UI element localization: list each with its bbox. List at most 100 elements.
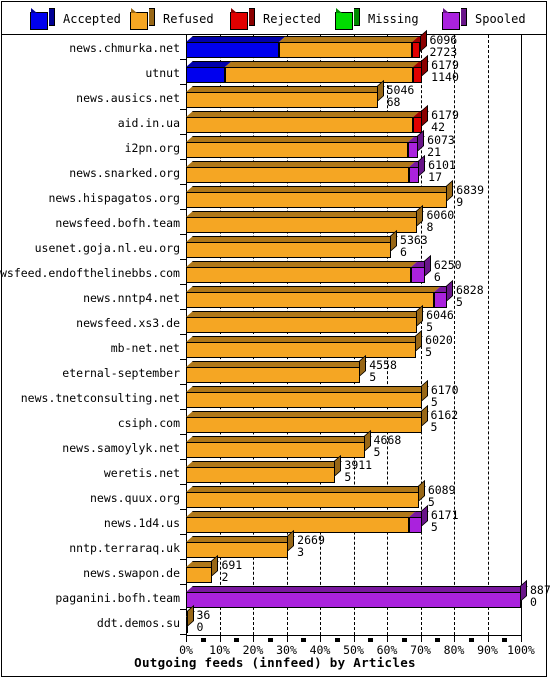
- bar-segment-refused[interactable]: [279, 42, 413, 58]
- legend-swatch-missing-icon: [335, 7, 361, 30]
- legend-item-spooled[interactable]: Spooled: [442, 2, 526, 35]
- x-tick: [487, 635, 489, 642]
- legend-item-accepted[interactable]: Accepted: [30, 2, 121, 35]
- bar-segment-refused[interactable]: [186, 392, 422, 408]
- x-tick-minor: [468, 638, 474, 642]
- bar-segment-refused[interactable]: [224, 67, 414, 83]
- bar-segment-accepted[interactable]: [186, 67, 225, 83]
- bar-segment-refused[interactable]: [186, 217, 418, 233]
- bar-row[interactable]: 3911 5: [0, 454, 550, 484]
- bar-segment-refused[interactable]: [186, 292, 434, 308]
- bar-row[interactable]: 6162 5: [0, 404, 550, 434]
- bar-segment-refused[interactable]: [186, 417, 422, 433]
- bar-segment-refused[interactable]: [186, 317, 418, 333]
- bar-row[interactable]: 6179 42: [0, 104, 550, 134]
- x-axis-ticks: 0% 10% 20% 30% 40% 50% 60% 70% 80% 90% 100%: [0, 635, 550, 657]
- x-tick-minor: [435, 638, 441, 642]
- bar-row[interactable]: 6020 5: [0, 329, 550, 359]
- bar-segment-refused[interactable]: [186, 367, 361, 383]
- bar-row[interactable]: 6179 1140: [0, 54, 550, 84]
- legend-item-refused[interactable]: Refused: [130, 2, 214, 35]
- bar-row[interactable]: 6171 5: [0, 504, 550, 534]
- bar-segment-refused[interactable]: [186, 467, 336, 483]
- bar-value-secondary: 2723: [429, 45, 458, 59]
- legend-label: Refused: [163, 11, 214, 26]
- bar-value-secondary: 5: [369, 370, 377, 384]
- bar-segment-refused[interactable]: [186, 117, 413, 133]
- bar-value-secondary: 2: [221, 570, 229, 584]
- legend-label: Missing: [368, 11, 419, 26]
- bar-end-cap-refused: [416, 204, 424, 227]
- bar-end-cap-refused: [390, 229, 398, 252]
- bar-value-secondary: 68: [386, 95, 401, 109]
- bar-segment-refused[interactable]: [186, 342, 417, 358]
- bar-segment-refused[interactable]: [186, 267, 412, 283]
- bar-row[interactable]: 6101 17: [0, 154, 550, 184]
- bar-end-cap-refused: [415, 329, 423, 352]
- bar-row[interactable]: 6096 2723: [0, 29, 550, 59]
- bar-segment-refused[interactable]: [186, 167, 410, 183]
- bar-value-secondary: 5: [425, 345, 433, 359]
- bar-segment-spooled[interactable]: [411, 267, 425, 283]
- bar-value-secondary: 5: [373, 445, 381, 459]
- x-tick: [420, 635, 422, 642]
- chart-title: Outgoing feeds (innfeed) by Articles: [134, 655, 416, 670]
- bar-row[interactable]: 6073 21: [0, 129, 550, 159]
- bar-row[interactable]: 36 0: [0, 604, 550, 634]
- bar-value-secondary: 9: [456, 195, 464, 209]
- bar-row[interactable]: 5363 6: [0, 229, 550, 259]
- bar-segment-refused[interactable]: [186, 442, 365, 458]
- bar-row[interactable]: 88760: [0, 579, 550, 609]
- x-tick: [521, 635, 522, 642]
- bar-segment-spooled[interactable]: [186, 592, 521, 608]
- legend-swatch-refused-icon: [130, 7, 156, 30]
- bar-end-cap-refused: [211, 554, 219, 577]
- bar-row[interactable]: 691 2: [0, 554, 550, 584]
- bar-row[interactable]: 6828 5: [0, 279, 550, 309]
- x-tick-minor: [234, 638, 240, 642]
- bar-segment-accepted[interactable]: [186, 42, 280, 58]
- bar-row[interactable]: 2669 3: [0, 529, 550, 559]
- bar-segment-refused[interactable]: [186, 242, 392, 258]
- bar-value-secondary: 5: [426, 320, 434, 334]
- bar-value-secondary: 5: [427, 495, 435, 509]
- bar-row[interactable]: 6046 5: [0, 304, 550, 334]
- legend-item-missing[interactable]: Missing: [335, 2, 419, 35]
- x-tick: [286, 635, 288, 642]
- bar-end-cap-spooled: [418, 154, 426, 177]
- bar-segment-refused[interactable]: [186, 492, 419, 508]
- x-tick-minor: [334, 638, 340, 642]
- bar-value-secondary: 5: [455, 295, 463, 309]
- bar-row[interactable]: 4558 5: [0, 354, 550, 384]
- bar-end-cap-refused: [446, 179, 454, 202]
- bar-segment-refused[interactable]: [186, 192, 448, 208]
- bar-end-cap-spooled: [417, 129, 425, 152]
- bar-segment-refused[interactable]: [186, 542, 289, 558]
- bar-segment-refused[interactable]: [186, 567, 213, 583]
- x-tick: [320, 635, 321, 642]
- bar-row[interactable]: 6170 5: [0, 379, 550, 409]
- bar-value-secondary: 3: [297, 545, 305, 559]
- bar-row[interactable]: 6060 8: [0, 204, 550, 234]
- bar-value-secondary: 0: [196, 620, 204, 634]
- bar-row[interactable]: 6839 9: [0, 179, 550, 209]
- x-tick: [387, 635, 388, 642]
- legend-item-rejected[interactable]: Rejected: [230, 2, 321, 35]
- bar-end-cap-rejected: [421, 54, 429, 77]
- bar-row[interactable]: 6250 6: [0, 254, 550, 284]
- bar-row[interactable]: 6089 5: [0, 479, 550, 509]
- bar-segment-refused[interactable]: [186, 92, 378, 108]
- bar-segment-refused[interactable]: [186, 517, 410, 533]
- bar-row[interactable]: 5046 68: [0, 79, 550, 109]
- legend-swatch-accepted-icon: [30, 7, 56, 30]
- chart-legend: Accepted Refused Rejected Missing Spooled: [2, 2, 546, 35]
- bar-segment-refused[interactable]: [186, 142, 409, 158]
- bar-segment-spooled[interactable]: [409, 517, 422, 533]
- x-tick: [353, 635, 355, 642]
- legend-swatch-rejected-icon: [230, 7, 256, 30]
- bar-value-secondary: 6: [433, 270, 441, 284]
- bar-value-secondary: 5: [430, 420, 438, 434]
- bar-row[interactable]: 4668 5: [0, 429, 550, 459]
- x-tick-minor: [301, 638, 307, 642]
- bar-segment-spooled[interactable]: [433, 292, 447, 308]
